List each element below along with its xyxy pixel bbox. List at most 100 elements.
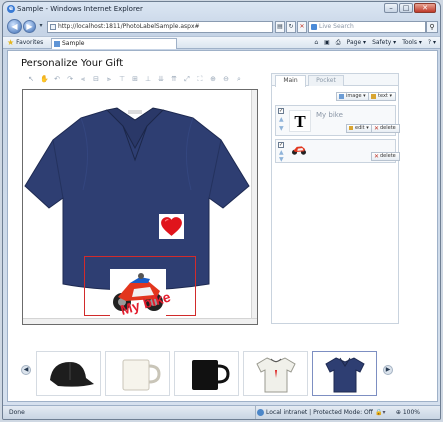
delete-icon: ✕	[374, 153, 380, 160]
search-input[interactable]: Live Search	[308, 21, 426, 33]
add-image-button[interactable]: image ▾	[336, 92, 370, 101]
feeds-icon[interactable]: ▣	[324, 38, 330, 48]
delete-button[interactable]: ✕ delete	[371, 152, 400, 161]
redo-icon[interactable]: ↷	[66, 75, 74, 83]
tools-menu[interactable]: Tools ▾	[402, 38, 422, 48]
status-bar: Done Local intranet | Protected Mode: Of…	[3, 405, 440, 419]
help-menu[interactable]: ? ▾	[428, 38, 436, 48]
layers-panel: Main Pocket image ▾ text ▾ ✓ ▲ ▼ T My bi…	[271, 73, 400, 324]
navy-polo-image	[324, 356, 365, 392]
fit-width-icon[interactable]: ⤢	[183, 75, 191, 84]
align-right-icon[interactable]: ⫸	[105, 75, 113, 84]
layer-text: My bike	[316, 111, 343, 119]
canvas-horizontal-scrollbar[interactable]	[23, 318, 257, 324]
tab-title: Sample	[62, 40, 85, 47]
select-tool-icon[interactable]: ↖	[27, 75, 35, 83]
minimize-button[interactable]: –	[384, 3, 398, 13]
page-icon	[50, 24, 56, 30]
align-middle-icon[interactable]: ⊞	[131, 75, 139, 83]
browser-window: e Sample - Windows Internet Explorer – □…	[2, 1, 441, 420]
zoom-actual-icon[interactable]: ⌕	[235, 75, 243, 84]
move-down-icon[interactable]: ▼	[279, 125, 284, 132]
back-button[interactable]: ◀	[7, 19, 22, 34]
layer-item-text[interactable]: ✓ ▲ ▼ T My bike edit ▾ ✕ delete	[275, 105, 400, 136]
cap-image	[49, 361, 94, 387]
ie-logo-icon: e	[7, 5, 15, 13]
home-icon[interactable]: ⌂	[314, 38, 318, 48]
security-icon[interactable]: 🔒▾	[375, 406, 385, 419]
zoom-in-icon[interactable]: ⊕	[209, 75, 217, 83]
history-dropdown-icon[interactable]: ▾	[36, 21, 46, 33]
stop-icon[interactable]: ✕	[297, 21, 307, 33]
tab-page-icon	[54, 41, 60, 47]
canvas-vertical-scrollbar[interactable]	[251, 90, 257, 324]
tab-pocket[interactable]: Pocket	[308, 75, 344, 86]
add-image-label: image ▾	[346, 93, 366, 99]
zoom-control[interactable]: ⊕ 100%	[396, 406, 420, 419]
title-bar: e Sample - Windows Internet Explorer – □…	[3, 2, 440, 16]
command-menus: ⌂ ▣ ⎙ Page ▾ Safety ▾ Tools ▾ ? ▾	[314, 38, 436, 48]
browser-tab[interactable]: Sample	[51, 38, 177, 49]
product-thumb-cap[interactable]	[36, 351, 101, 396]
tab-main[interactable]: Main	[275, 75, 306, 87]
move-down-icon[interactable]: ▼	[279, 156, 284, 163]
layer-item-image[interactable]: ✓ ▲ ▼ ✕ delete	[275, 139, 400, 163]
product-thumb-white-mug[interactable]	[105, 351, 170, 396]
carousel-next-button[interactable]: ▶	[383, 365, 393, 375]
page-title: Personalize Your Gift	[21, 58, 124, 69]
design-canvas[interactable]: My bike	[22, 89, 258, 325]
delete-icon: ✕	[374, 125, 380, 132]
zoom-out-icon[interactable]: ⊖	[222, 75, 230, 83]
layer-visible-checkbox[interactable]: ✓	[278, 108, 284, 114]
forward-button[interactable]: ▶	[23, 20, 36, 33]
move-up-icon[interactable]: ▲	[279, 116, 284, 123]
add-text-label: text ▾	[378, 93, 392, 99]
product-carousel: ◀ ▶	[8, 341, 437, 396]
globe-icon	[257, 409, 264, 416]
product-thumb-white-tshirt[interactable]	[243, 351, 308, 396]
search-icon[interactable]: ⚲	[426, 21, 438, 33]
zone-label: Local intranet | Protected Mode: Off	[266, 409, 373, 416]
fit-page-icon[interactable]: ⛶	[196, 75, 204, 84]
command-bar: ★ Favorites Sample ⌂ ▣ ⎙ Page ▾ Safety ▾…	[3, 36, 440, 49]
align-bottom-icon[interactable]: ⊥	[144, 75, 152, 83]
layer-visible-checkbox[interactable]: ✓	[278, 142, 284, 148]
url-text: http://localhost:1811/PhotoLabelSample.a…	[58, 23, 200, 30]
align-left-icon[interactable]: ⫷	[79, 75, 87, 84]
close-button[interactable]: ✕	[414, 3, 436, 13]
editor-toolbar: ↖ ✋ ↶ ↷ ⫷ ⊟ ⫸ ⊤ ⊞ ⊥ ⇊ ⇈ ⤢ ⛶ ⊕ ⊖ ⌕	[21, 73, 256, 85]
address-field[interactable]: http://localhost:1811/PhotoLabelSample.a…	[47, 21, 273, 33]
image-icon	[339, 94, 344, 99]
edit-button[interactable]: edit ▾	[346, 124, 373, 133]
pencil-icon	[349, 126, 353, 130]
heart-image-item[interactable]	[159, 214, 184, 239]
pan-tool-icon[interactable]: ✋	[40, 75, 49, 83]
maximize-button[interactable]: □	[399, 3, 413, 13]
refresh-icon[interactable]: ↻	[286, 21, 296, 33]
black-mug-image	[191, 359, 230, 390]
product-thumb-black-mug[interactable]	[174, 351, 239, 396]
safety-menu[interactable]: Safety ▾	[372, 38, 396, 48]
page-content: Personalize Your Gift ↖ ✋ ↶ ↷ ⫷ ⊟ ⫸ ⊤ ⊞ …	[7, 50, 438, 402]
page-menu[interactable]: Page ▾	[347, 38, 366, 48]
product-thumb-navy-polo[interactable]	[312, 351, 377, 396]
undo-icon[interactable]: ↶	[53, 75, 61, 83]
live-search-icon	[311, 24, 317, 30]
align-center-icon[interactable]: ⊟	[92, 75, 100, 83]
window-title: Sample - Windows Internet Explorer	[17, 5, 143, 13]
carousel-prev-button[interactable]: ◀	[21, 365, 31, 375]
align-top-icon[interactable]: ⊤	[118, 75, 126, 83]
white-mug-image	[122, 359, 161, 390]
print-icon[interactable]: ⎙	[336, 38, 341, 48]
send-backward-icon[interactable]: ⇊	[157, 75, 165, 83]
compatibility-icon[interactable]: ▤	[275, 21, 285, 33]
favorites-button[interactable]: ★ Favorites	[7, 38, 43, 48]
delete-button[interactable]: ✕ delete	[371, 124, 400, 133]
white-tshirt-image	[255, 356, 296, 392]
edit-label: edit ▾	[355, 125, 369, 131]
move-up-icon[interactable]: ▲	[279, 149, 284, 156]
add-text-button[interactable]: text ▾	[368, 92, 396, 101]
motorbike-thumbnail-icon	[292, 146, 306, 155]
zoom-icon: ⊕	[395, 409, 401, 416]
bring-forward-icon[interactable]: ⇈	[170, 75, 178, 83]
